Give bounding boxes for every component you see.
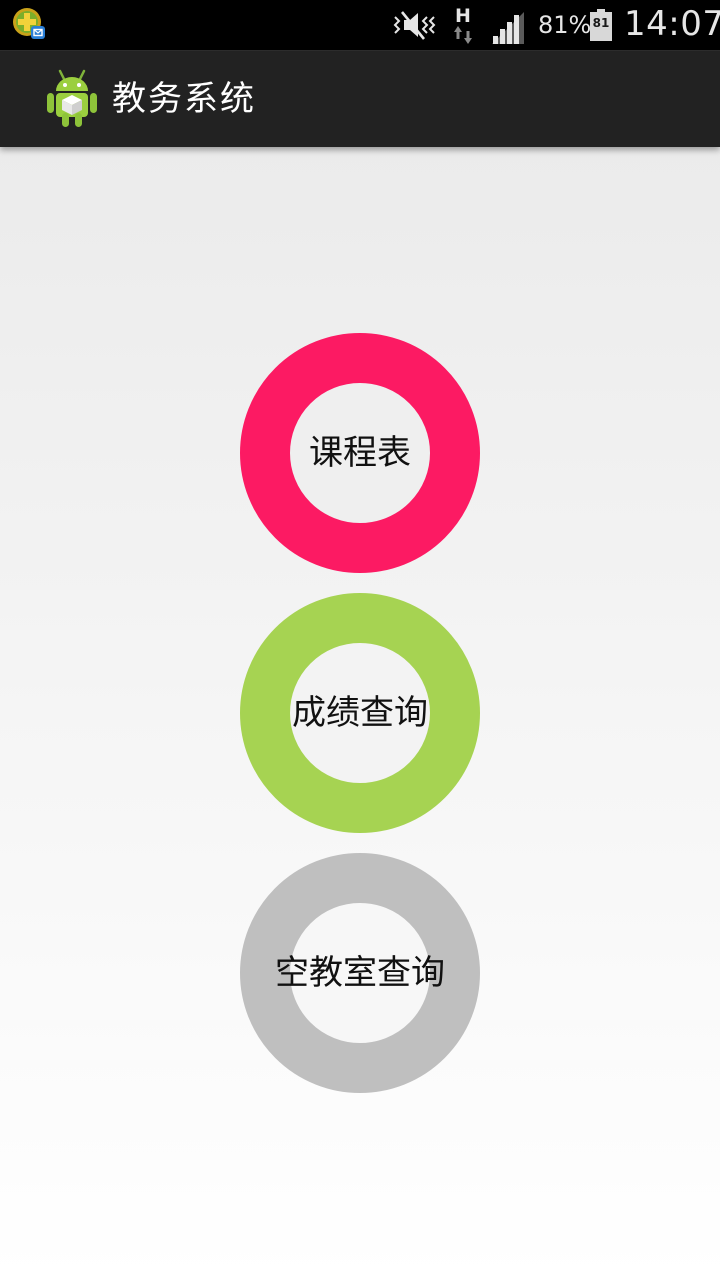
grade-query-label: 成绩查询 [292,693,428,733]
silent-mode-icon [393,11,436,40]
empty-classroom-query-label: 空教室查询 [275,953,445,993]
network-type-label: H [455,5,471,27]
grade-query-button[interactable]: 成绩查询 [240,593,480,833]
timetable-label: 课程表 [309,433,411,473]
status-bar: H 81% 81 14:07 [0,0,720,50]
action-bar: 教务系统 [0,50,720,147]
app-title: 教务系统 [112,79,256,119]
timetable-button[interactable]: 课程表 [240,333,480,573]
android-app-icon[interactable] [44,67,100,129]
battery-level-label: 81 [592,16,610,30]
empty-classroom-query-button[interactable]: 空教室查询 [240,853,480,1093]
battery-percent: 81% [538,11,592,39]
signal-strength-icon [492,12,524,44]
main-content: 课程表 成绩查询 空教室查询 [0,146,720,1280]
app-notification-icon [13,8,45,39]
network-type-icon: H [454,5,472,44]
clock: 14:07 [624,4,720,44]
